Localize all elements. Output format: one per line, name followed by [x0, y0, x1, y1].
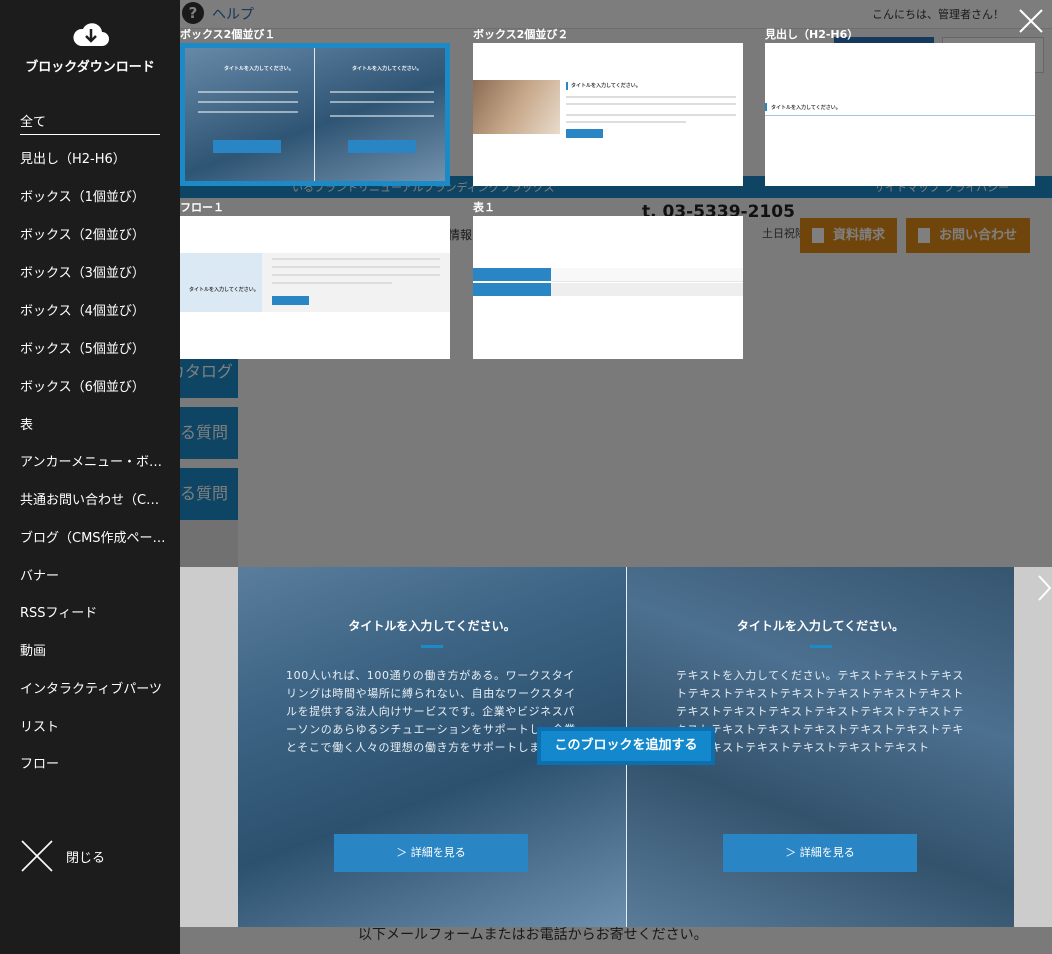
preview-right-text: テキストを入力してください。テキストテキストテキストテキストテキストテキストテキ… [676, 669, 965, 754]
thumb-text-line [566, 114, 736, 116]
close-icon[interactable] [1018, 8, 1044, 34]
thumb-text-line [272, 266, 440, 268]
thumb-text-line [272, 258, 440, 260]
thumb-text-line [272, 282, 392, 284]
thumb-underline [765, 115, 1035, 116]
thumb-title: タイトルを入力してください。 [352, 66, 422, 72]
preview-left-underline [421, 645, 443, 648]
category-list[interactable]: リスト [20, 716, 170, 735]
thumb-title: タイトルを入力してください。 [771, 105, 841, 111]
category-box-5[interactable]: ボックス（5個並び） [20, 338, 170, 357]
category-video[interactable]: 動画 [20, 640, 170, 659]
thumb-text-line [198, 101, 298, 103]
thumb-button [348, 140, 416, 153]
thumb-flow-1[interactable]: タイトルを入力してください。 [180, 216, 450, 359]
sidebar-title: ブロックダウンロード [25, 60, 155, 75]
thumb-table-cell [551, 283, 743, 296]
category-rss[interactable]: RSSフィード [20, 602, 170, 621]
category-table[interactable]: 表 [20, 414, 170, 433]
preview-right-title: タイトルを入力してください。 [736, 619, 905, 633]
thumb-photo [473, 80, 560, 134]
category-heading[interactable]: 見出し（H2-H6） [20, 148, 170, 167]
tile-label-box2-1: ボックス2個並び１ [180, 28, 276, 41]
close-x-icon[interactable] [20, 839, 54, 873]
thumb-title: タイトルを入力してください。 [189, 287, 259, 293]
category-blog[interactable]: ブログ（CMS作成ペー… [20, 527, 170, 546]
tile-label-heading: 見出し（H2-H6） [765, 28, 859, 41]
thumb-box2-2[interactable]: タイトルを入力してください。 [473, 43, 743, 186]
thumb-accent-bar [765, 103, 767, 111]
thumb-text-line [272, 274, 440, 276]
cloud-download-icon [73, 23, 109, 46]
thumb-title: タイトルを入力してください。 [571, 83, 641, 89]
tile-label-table-1: 表１ [473, 201, 495, 214]
tile-label-flow-1: フロー１ [180, 201, 224, 214]
category-box-4[interactable]: ボックス（4個並び） [20, 300, 170, 319]
add-block-button[interactable]: このブロックを追加する [537, 727, 715, 765]
thumb-heading[interactable]: タイトルを入力してください。 [765, 43, 1035, 186]
category-box-2[interactable]: ボックス（2個並び） [20, 224, 170, 243]
thumb-accent-bar [566, 82, 568, 90]
category-common-contact[interactable]: 共通お問い合わせ（C… [20, 489, 170, 508]
chevron-right-icon[interactable] [1036, 574, 1052, 602]
thumb-title: タイトルを入力してください。 [224, 66, 294, 72]
category-flow[interactable]: フロー [20, 753, 170, 772]
category-banner[interactable]: バナー [20, 565, 170, 584]
category-box-6[interactable]: ボックス（6個並び） [20, 376, 170, 395]
category-box-3[interactable]: ボックス（3個並び） [20, 262, 170, 281]
thumb-button [272, 296, 309, 305]
thumb-flow-panel [180, 253, 262, 312]
category-interactive[interactable]: インタラクティブパーツ [20, 678, 170, 697]
preview-left-button[interactable]: ＞ 詳細を見る [334, 834, 528, 872]
preview-left-title: タイトルを入力してください。 [348, 619, 516, 633]
thumb-table-cell [551, 268, 743, 282]
thumb-table-1[interactable] [473, 216, 743, 359]
thumb-divider [314, 48, 315, 181]
thumb-text-line [198, 111, 298, 113]
thumb-button [566, 129, 603, 138]
thumb-text-line [566, 96, 736, 98]
thumb-text-line [330, 91, 434, 93]
category-box-1[interactable]: ボックス（1個並び） [20, 186, 170, 205]
tile-label-box2-2: ボックス2個並び２ [473, 28, 569, 41]
thumb-text-line [330, 115, 434, 117]
preview-right-button[interactable]: ＞ 詳細を見る [723, 834, 917, 872]
category-all[interactable]: 全て [20, 111, 160, 135]
thumb-table-header-cell [473, 268, 551, 281]
block-download-sidebar: ブロックダウンロード 全て 見出し（H2-H6） ボックス（1個並び） ボックス… [0, 0, 180, 954]
thumb-box2-1[interactable]: タイトルを入力してください。 タイトルを入力してください。 [180, 43, 450, 186]
category-anchor-menu[interactable]: アンカーメニュー・ボ… [20, 451, 170, 470]
thumb-text-line [198, 91, 298, 93]
thumb-text-line [566, 103, 736, 105]
close-label[interactable]: 閉じる [66, 847, 105, 866]
thumb-text-line [330, 101, 434, 103]
thumb-text-line [566, 121, 686, 123]
thumb-button [213, 140, 281, 153]
preview-left-text: 100人いれば、100通りの働き方がある。ワークスタイリングは時間や場所に縛られ… [286, 669, 576, 754]
thumb-table-header-cell [473, 283, 551, 296]
preview-right-underline [810, 645, 832, 648]
